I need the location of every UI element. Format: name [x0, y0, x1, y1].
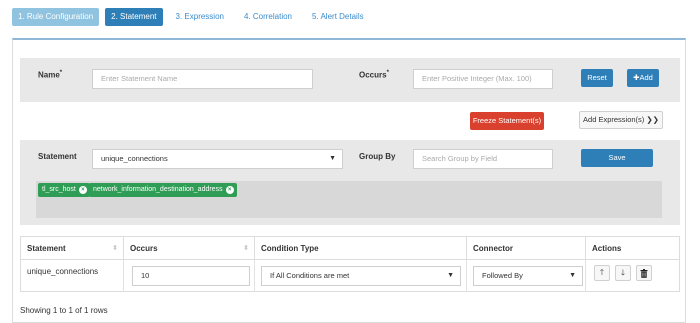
step-rule-configuration[interactable]: 1. Rule Configuration	[12, 8, 100, 26]
caret-down-icon: ▼	[329, 155, 336, 162]
tag-tl-src-host: tl_src_host ×	[38, 183, 90, 197]
caret-down-icon: ▼	[569, 272, 576, 279]
group-by-search-input[interactable]: Search Group by Field	[413, 149, 553, 169]
step-statement[interactable]: 2. Statement	[105, 8, 163, 26]
column-header-statement[interactable]: Statement ⬍	[21, 237, 124, 260]
connector-select[interactable]: Followed By ▼	[473, 266, 583, 286]
sort-icon: ⬍	[112, 245, 118, 252]
delete-row-button[interactable]	[636, 265, 652, 281]
circle-x-icon[interactable]: ×	[78, 186, 87, 194]
statement-select[interactable]: unique_connections ▼	[92, 149, 343, 169]
save-button[interactable]: Save	[581, 149, 653, 167]
group-by-label: Group By	[359, 152, 396, 161]
add-expressions-button[interactable]: Add Expression(s) ❯❯	[579, 111, 663, 129]
double-chevron-right-icon: ❯❯	[646, 115, 659, 124]
statement-label: Statement	[38, 152, 77, 161]
condition-type-select[interactable]: If All Conditions are met ▼	[261, 266, 461, 286]
column-header-occurs[interactable]: Occurs ⬍	[124, 237, 255, 260]
step-correlation[interactable]: 4. Correlation	[237, 8, 299, 26]
reset-button[interactable]: Reset	[581, 69, 613, 87]
statements-table: Statement ⬍ Occurs ⬍ Condition Type Connec…	[20, 236, 680, 292]
add-button[interactable]: ✚Add	[627, 69, 659, 87]
group-by-tags-box: tl_src_host × network_information_destin…	[36, 181, 662, 218]
column-header-connector: Connector	[467, 237, 586, 260]
step-expression[interactable]: 3. Expression	[169, 8, 231, 26]
table-cell-statement: unique_connections	[21, 260, 124, 292]
occurs-label: Occurs*	[359, 70, 389, 80]
step-alert-details[interactable]: 5. Alert Details	[305, 8, 371, 26]
column-header-actions: Actions	[586, 237, 680, 260]
circle-x-icon[interactable]: ×	[225, 186, 234, 194]
name-label: Name*	[38, 70, 63, 80]
wizard-steps: 1. Rule Configuration 2. Statement 3. Ex…	[12, 8, 377, 26]
move-up-button[interactable]: 🡑	[594, 265, 610, 281]
freeze-statements-button[interactable]: Freeze Statement(s)	[470, 112, 544, 130]
occurs-input[interactable]: Enter Positive Integer (Max. 100)	[413, 69, 553, 89]
table-cell-actions: 🡑 🡓	[586, 260, 680, 292]
name-input[interactable]: Enter Statement Name	[92, 69, 313, 89]
table-cell-condition-type: If All Conditions are met ▼	[255, 260, 467, 292]
table-cell-occurs: 10	[124, 260, 255, 292]
table-cell-connector: Followed By ▼	[467, 260, 586, 292]
arrow-up-icon: 🡑	[599, 268, 605, 277]
row-occurs-input[interactable]: 10	[132, 266, 250, 286]
tag-network-information-destination-address: network_information_destination_address …	[89, 183, 237, 197]
arrow-down-icon: 🡓	[620, 268, 626, 277]
trash-icon	[640, 269, 648, 278]
caret-down-icon: ▼	[447, 272, 454, 279]
pagination-info: Showing 1 to 1 of 1 rows	[20, 306, 108, 315]
sort-icon: ⬍	[243, 245, 249, 252]
move-down-button[interactable]: 🡓	[615, 265, 631, 281]
statement-panel: Name* Enter Statement Name Occurs* Enter…	[12, 38, 686, 323]
column-header-condition-type: Condition Type	[255, 237, 467, 260]
